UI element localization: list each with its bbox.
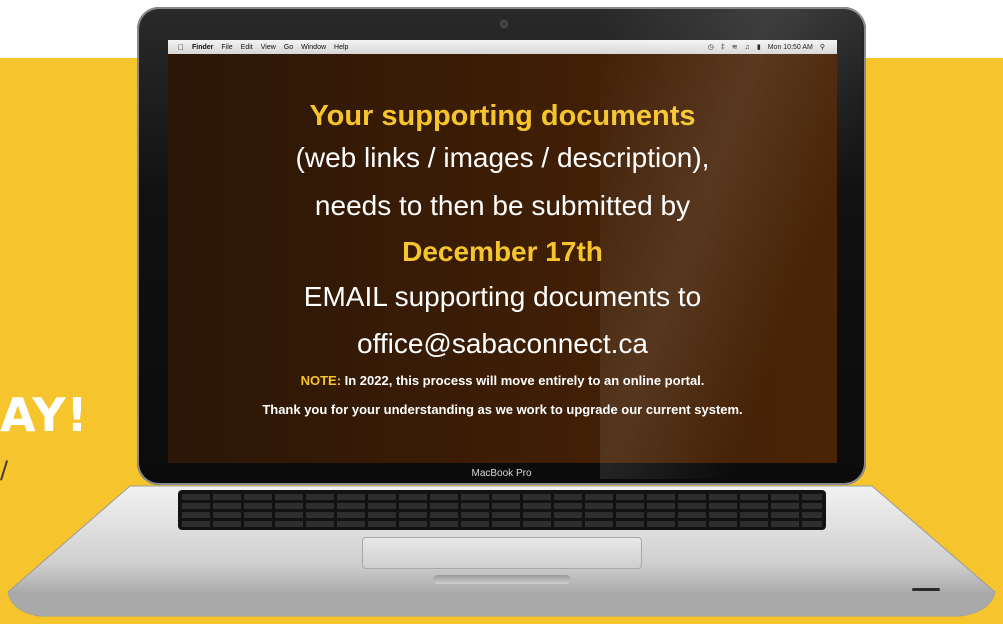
menu-item-finder[interactable]: Finder	[192, 44, 213, 51]
menu-item-help[interactable]: Help	[334, 44, 348, 51]
keyboard-row-3	[182, 512, 822, 518]
keyboard-row-4	[182, 521, 822, 527]
keyboard-row-1	[182, 494, 822, 500]
menu-item-go[interactable]: Go	[284, 44, 293, 51]
screen-line-submitted: needs to then be submitted by	[314, 190, 691, 221]
camera-icon	[500, 20, 508, 28]
screen-line-email: EMAIL supporting documents to	[303, 281, 702, 312]
time-machine-icon[interactable]: ◷	[708, 43, 714, 51]
thanks-text: Thank you for your understanding as we w…	[262, 402, 743, 417]
note-body: In 2022, this process will move entirely…	[341, 373, 705, 388]
menu-item-edit[interactable]: Edit	[241, 44, 253, 51]
volume-icon[interactable]: ♫	[745, 44, 750, 51]
spotlight-icon[interactable]: ⚲	[820, 43, 825, 51]
note-text: NOTE: In 2022, this process will move en…	[168, 372, 837, 389]
sleep-indicator-light	[912, 588, 940, 591]
keyboard	[178, 490, 826, 530]
lid-latch	[433, 575, 571, 584]
note-label: NOTE:	[300, 373, 342, 388]
menu-item-file[interactable]: File	[221, 44, 232, 51]
model-label: MacBook Pro	[471, 468, 532, 479]
keyboard-row-2	[182, 503, 822, 509]
deadline-date: December 17th	[402, 236, 603, 267]
menu-item-view[interactable]: View	[261, 44, 276, 51]
screen-content: Your supporting documents (web links / i…	[168, 54, 837, 463]
bluetooth-icon[interactable]: ‡	[721, 44, 725, 51]
menu-clock[interactable]: Mon 10:50 AM	[768, 44, 813, 51]
apple-icon[interactable]: 	[178, 43, 184, 52]
laptop-screen:  Finder File Edit View Go Window Help ◷…	[168, 40, 837, 463]
battery-icon[interactable]: ▮	[757, 43, 761, 51]
trackpad	[362, 537, 642, 569]
macbook-laptop:  Finder File Edit View Go Window Help ◷…	[0, 0, 1003, 624]
screen-line-web-links: (web links / images / description),	[295, 142, 710, 173]
screen-heading: Your supporting documents	[309, 100, 696, 132]
menu-bar:  Finder File Edit View Go Window Help ◷…	[168, 40, 837, 54]
email-address: office@sabaconnect.ca	[357, 328, 648, 359]
wifi-icon[interactable]: ≋	[732, 43, 738, 51]
menu-item-window[interactable]: Window	[301, 44, 326, 51]
